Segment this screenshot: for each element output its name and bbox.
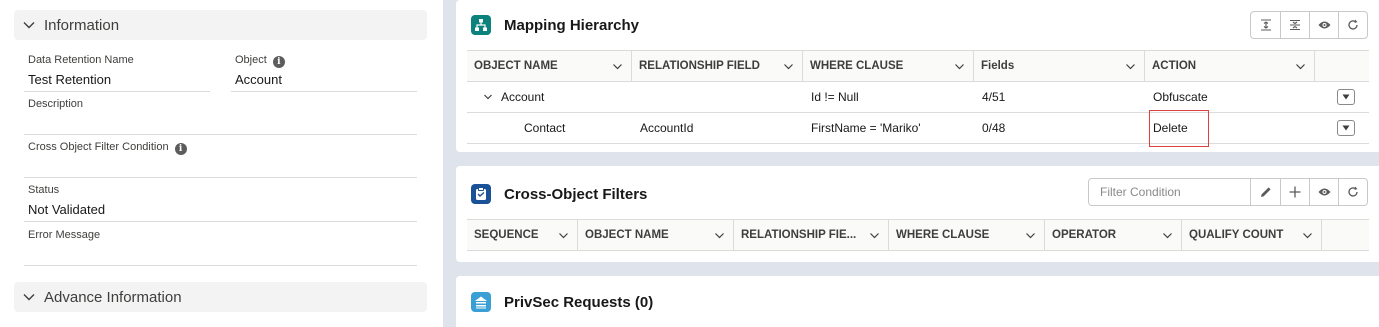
status-value: Not Validated [28,202,106,217]
divider [24,134,417,135]
chevron-down-icon[interactable] [869,230,880,241]
chevron-down-icon[interactable] [714,230,725,241]
cell-relationship-field: AccountId [640,121,694,135]
column-header-row-actions [1322,220,1369,250]
record-detail-panel: Information Data Retention Name Test Ret… [0,0,443,327]
chevron-down-icon[interactable] [558,230,569,241]
column-header-object-name[interactable]: OBJECT NAME [467,51,632,81]
data-retention-name-label: Data Retention Name [28,54,134,66]
plus-icon[interactable] [1280,179,1309,205]
error-message-label: Error Message [28,229,101,241]
object-label: Object i [235,54,285,68]
advance-information-section-header[interactable]: Advance Information [14,282,427,312]
row-action-dropdown[interactable] [1337,89,1355,105]
description-label: Description [28,98,84,110]
cell-object-name: Contact [524,121,566,135]
mapping-hierarchy-header: Mapping Hierarchy [471,15,639,35]
chevron-down-icon[interactable] [483,92,493,102]
table-row: Contact AccountId FirstName = 'Mariko' 0… [467,113,1369,144]
cross-object-filters-header: Cross-Object Filters [471,184,647,204]
column-header-fields[interactable]: Fields [974,51,1145,81]
privsec-requests-title: PrivSec Requests (0) [504,293,654,311]
column-header-relationship-field[interactable]: RELATIONSHIP FIE... [734,220,889,250]
info-icon[interactable]: i [174,143,187,155]
pencil-icon[interactable] [1251,179,1280,205]
advance-information-section-title: Advance Information [44,288,182,306]
collapse-all-icon[interactable] [1280,12,1309,38]
column-header-where-clause[interactable]: WHERE CLAUSE [803,51,974,81]
refresh-icon[interactable] [1338,179,1367,205]
highlight-annotation [1149,110,1209,147]
data-retention-name-value: Test Retention [28,72,112,87]
cross-object-filters-title: Cross-Object Filters [504,185,648,203]
privsec-requests-card: PrivSec Requests (0) [456,276,1379,327]
mapping-hierarchy-title: Mapping Hierarchy [504,16,640,34]
column-header-operator[interactable]: OPERATOR [1045,220,1182,250]
cell-action: Obfuscate [1153,90,1208,104]
divider [24,265,417,266]
cell-object-name: Account [467,82,632,112]
information-section-header[interactable]: Information [14,10,427,40]
cross-object-filters-card: Cross-Object Filters Filter Condition SE… [456,166,1379,262]
divider [24,177,417,178]
privsec-requests-header: PrivSec Requests (0) [471,292,653,312]
refresh-icon[interactable] [1338,12,1367,38]
chevron-down-icon[interactable] [1162,230,1173,241]
table-row: Account Id != Null 4/51 Obfuscate [467,82,1369,113]
caret-down-icon [1342,94,1350,100]
hierarchy-icon [471,15,491,35]
info-icon[interactable]: i [272,56,285,68]
clipboard-icon [471,184,491,204]
chevron-down-icon [23,22,35,29]
information-section-title: Information [44,16,120,34]
cell-relationship-field [632,82,803,112]
column-header-sequence[interactable]: SEQUENCE [467,220,578,250]
chevron-down-icon[interactable] [1125,61,1136,72]
expand-all-icon[interactable] [1251,12,1280,38]
chevron-down-icon[interactable] [1025,230,1036,241]
column-header-object-name[interactable]: OBJECT NAME [578,220,734,250]
cell-fields: 4/51 [982,90,1006,104]
divider [24,221,417,222]
eye-icon[interactable] [1309,12,1338,38]
eye-icon[interactable] [1309,179,1338,205]
column-header-where-clause[interactable]: WHERE CLAUSE [889,220,1045,250]
object-value: Account [235,72,282,87]
column-header-qualify-count[interactable]: QUALIFY COUNT [1182,220,1322,250]
cell-fields: 0/48 [982,121,1006,135]
chevron-down-icon[interactable] [612,61,623,72]
divider [231,91,417,92]
cell-where-clause: Id != Null [811,90,859,104]
chevron-down-icon[interactable] [1295,61,1306,72]
chevron-down-icon [23,294,35,301]
cross-object-filter-condition-label: Cross Object Filter Condition i [28,141,187,155]
caret-down-icon [1342,125,1350,131]
column-header-row-actions [1315,51,1369,81]
cell-where-clause: FirstName = 'Mariko' [811,121,921,135]
chevron-down-icon[interactable] [783,61,794,72]
request-icon [471,292,491,312]
chevron-down-icon[interactable] [954,61,965,72]
chevron-down-icon[interactable] [1302,230,1313,241]
mapping-table-header: OBJECT NAME RELATIONSHIP FIELD WHERE CLA… [467,50,1369,82]
row-action-dropdown[interactable] [1337,120,1355,136]
filters-toolbar [1250,178,1368,206]
divider [24,91,210,92]
status-label: Status [28,184,60,196]
column-header-relationship-field[interactable]: RELATIONSHIP FIELD [632,51,803,81]
column-header-action[interactable]: ACTION [1145,51,1315,81]
filter-condition-input[interactable]: Filter Condition [1088,178,1252,206]
filters-table-header: SEQUENCE OBJECT NAME RELATIONSHIP FIE...… [467,219,1369,251]
mapping-toolbar [1250,11,1368,39]
mapping-hierarchy-card: Mapping Hierarchy OBJECT NAME RELATIONSH… [456,0,1379,152]
